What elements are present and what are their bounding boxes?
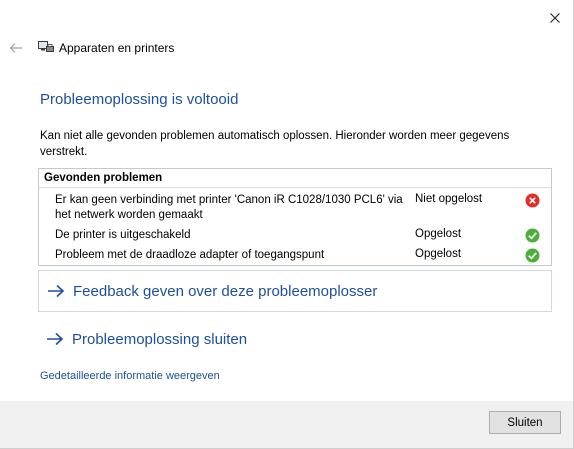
- devices-printers-icon: [38, 41, 54, 52]
- description-text: Kan niet alle gevonden problemen automat…: [40, 130, 510, 158]
- window-close-button[interactable]: [542, 6, 568, 30]
- back-arrow-icon: [9, 43, 22, 53]
- problem-status: Niet opgelost: [415, 193, 483, 205]
- check-icon: [525, 228, 540, 243]
- detailed-info-link[interactable]: Gedetailleerde informatie weergeven: [40, 370, 220, 382]
- close-troubleshooter-label: Probleemoplossing sluiten: [72, 330, 248, 348]
- error-icon: [525, 193, 540, 208]
- close-icon: [550, 13, 560, 23]
- divider: [39, 187, 551, 188]
- arrow-right-icon: [47, 283, 67, 299]
- feedback-link[interactable]: Feedback geven over deze probleemoplosse…: [38, 270, 552, 312]
- check-icon: [525, 248, 540, 263]
- close-troubleshooter-link[interactable]: Probleemoplossing sluiten: [38, 318, 552, 360]
- close-button[interactable]: Sluiten: [489, 411, 561, 434]
- problems-found-panel: Gevonden problemen Er kan geen verbindin…: [38, 168, 552, 266]
- page-title: Probleemoplossing is voltooid: [40, 91, 239, 108]
- arrow-right-icon: [46, 331, 66, 347]
- problem-status: Opgelost: [415, 228, 462, 240]
- window-title: Apparaten en printers: [59, 41, 175, 55]
- troubleshooter-window: Apparaten en printers Probleemoplossing …: [0, 0, 574, 449]
- problem-description: Er kan geen verbinding met printer 'Cano…: [55, 194, 403, 221]
- problem-status: Opgelost: [415, 248, 462, 260]
- problems-header: Gevonden problemen: [44, 172, 163, 184]
- back-button[interactable]: [6, 38, 26, 58]
- footer-bar: Sluiten: [0, 401, 573, 448]
- problem-description: De printer is uitgeschakeld: [55, 229, 191, 241]
- feedback-link-label: Feedback geven over deze probleemoplosse…: [73, 282, 378, 300]
- problem-description: Probleem met de draadloze adapter of toe…: [55, 249, 325, 261]
